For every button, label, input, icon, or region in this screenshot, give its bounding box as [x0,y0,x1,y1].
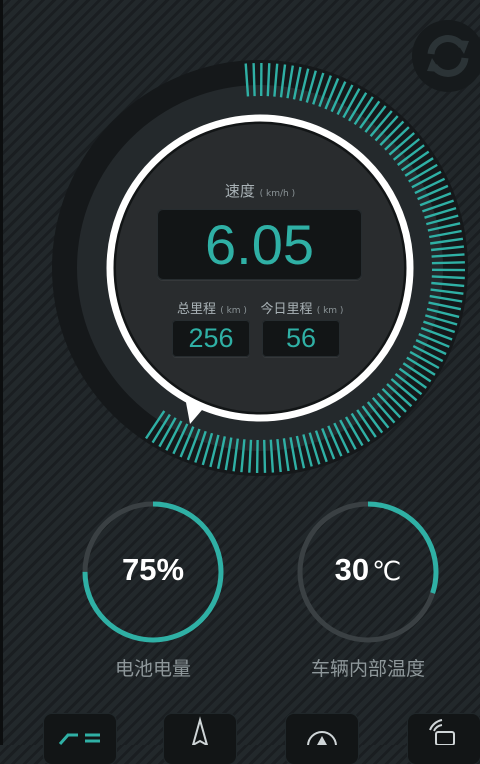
phone-signal-button[interactable] [408,714,480,764]
temperature-display: 30℃ [308,552,428,588]
battery-label: 电池电量 [83,654,223,681]
navigation-button[interactable] [164,714,236,764]
bottom-gauges [0,0,480,745]
vehicle-lights-button[interactable] [44,714,116,764]
navigation-icon [164,714,236,745]
compass-icon [286,714,358,745]
temperature-value: 30 [335,552,369,587]
temperature-unit: ℃ [372,556,401,586]
phone-signal-icon [408,714,480,745]
vehicle-lights-icon [44,714,116,745]
battery-value: 75% [103,552,203,588]
temperature-label: 车辆内部温度 [293,654,443,681]
compass-button[interactable] [286,714,358,764]
